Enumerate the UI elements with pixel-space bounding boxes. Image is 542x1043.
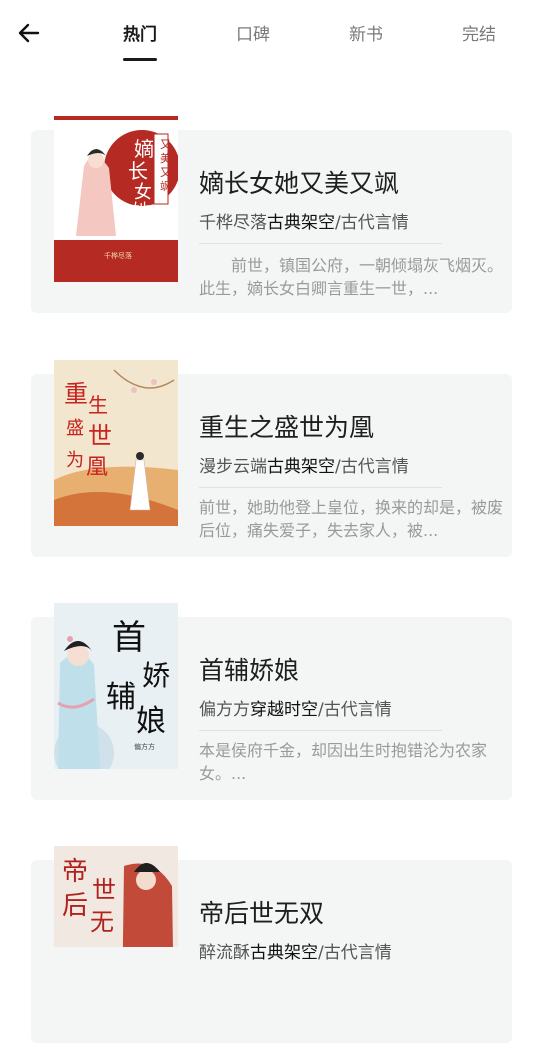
top-bar: 热门 口碑 新书 完结 (0, 0, 542, 66)
tab-new[interactable]: 新书 (336, 20, 396, 46)
divider (199, 487, 442, 488)
svg-text:娇: 娇 (142, 659, 170, 692)
book-meta: 偏方方穿越时空/古代言情 (199, 695, 392, 720)
book-author: 醉流酥 (199, 943, 250, 963)
svg-text:为: 为 (66, 450, 84, 471)
divider (199, 243, 442, 244)
book-meta: 漫步云端古典架空/古代言情 (199, 452, 409, 477)
book-genre: /古代言情 (335, 213, 409, 233)
svg-text:世: 世 (88, 422, 112, 450)
svg-text:又: 又 (160, 166, 171, 179)
svg-text:女: 女 (134, 182, 152, 203)
book-genre: /古代言情 (335, 457, 409, 477)
svg-text:世: 世 (92, 876, 116, 904)
svg-text:生: 生 (88, 393, 108, 417)
svg-text:帝: 帝 (62, 857, 88, 887)
svg-text:娘: 娘 (136, 704, 166, 739)
svg-text:长: 长 (128, 159, 148, 183)
book-category: 古典架空 (267, 457, 335, 477)
book-author: 偏方方 (199, 700, 250, 720)
svg-text:嫡: 嫡 (134, 137, 154, 161)
book-category: 古典架空 (250, 943, 318, 963)
svg-text:首: 首 (112, 618, 146, 658)
tab-active-indicator (123, 58, 157, 61)
book-cover[interactable]: 又 美 又 飒 嫡 长 女 她 千桦尽落 (54, 116, 178, 282)
svg-text:辅: 辅 (106, 680, 136, 715)
svg-text:飒: 飒 (160, 180, 171, 193)
svg-text:盛: 盛 (66, 418, 84, 439)
svg-text:重: 重 (64, 380, 88, 408)
divider (199, 730, 442, 731)
book-cover[interactable]: 帝 世 后 无 (54, 846, 178, 947)
svg-text:无: 无 (90, 908, 114, 936)
book-title[interactable]: 重生之盛世为凰 (199, 408, 374, 444)
book-cover[interactable]: 首 娇 辅 娘 偏方方 (54, 603, 178, 769)
svg-text:凰: 凰 (86, 455, 108, 480)
svg-text:后: 后 (62, 891, 88, 921)
book-summary: 本是侯府千金，却因出生时抱错沦为农家女。... (199, 741, 488, 783)
back-button[interactable] (14, 18, 44, 48)
book-genre: /古代言情 (318, 943, 392, 963)
svg-text:美: 美 (160, 152, 171, 165)
book-author: 漫步云端 (199, 457, 267, 477)
book-cover[interactable]: 重 生 盛 世 为 凰 (54, 360, 178, 526)
book-title[interactable]: 首辅娇娘 (199, 651, 299, 687)
tab-reputation[interactable]: 口碑 (223, 20, 283, 46)
book-genre: /古代言情 (318, 700, 392, 720)
book-meta: 醉流酥古典架空/古代言情 (199, 938, 392, 963)
svg-text:她: 她 (132, 201, 150, 222)
cover-subtitle-text: 又 (160, 138, 171, 151)
book-title[interactable]: 帝后世无双 (199, 894, 324, 930)
book-meta: 千桦尽落古典架空/古代言情 (199, 208, 409, 233)
book-summary: 前世，镇国公府，一朝倾塌灰飞烟灭。此生，嫡长女白卿言重生一世，... (199, 256, 504, 298)
cover-author-text: 千桦尽落 (104, 251, 132, 260)
svg-text:偏方方: 偏方方 (134, 742, 155, 751)
book-category: 古典架空 (267, 213, 335, 233)
book-summary: 前世，她助他登上皇位，换来的却是，被废后位，痛失爱子，失去家人，被... (199, 498, 504, 540)
arrow-left-icon (18, 23, 40, 43)
book-category: 穿越时空 (250, 700, 318, 720)
book-title[interactable]: 嫡长女她又美又飒 (199, 164, 399, 200)
tab-hot[interactable]: 热门 (110, 20, 170, 46)
tab-completed[interactable]: 完结 (449, 20, 509, 46)
book-author: 千桦尽落 (199, 213, 267, 233)
